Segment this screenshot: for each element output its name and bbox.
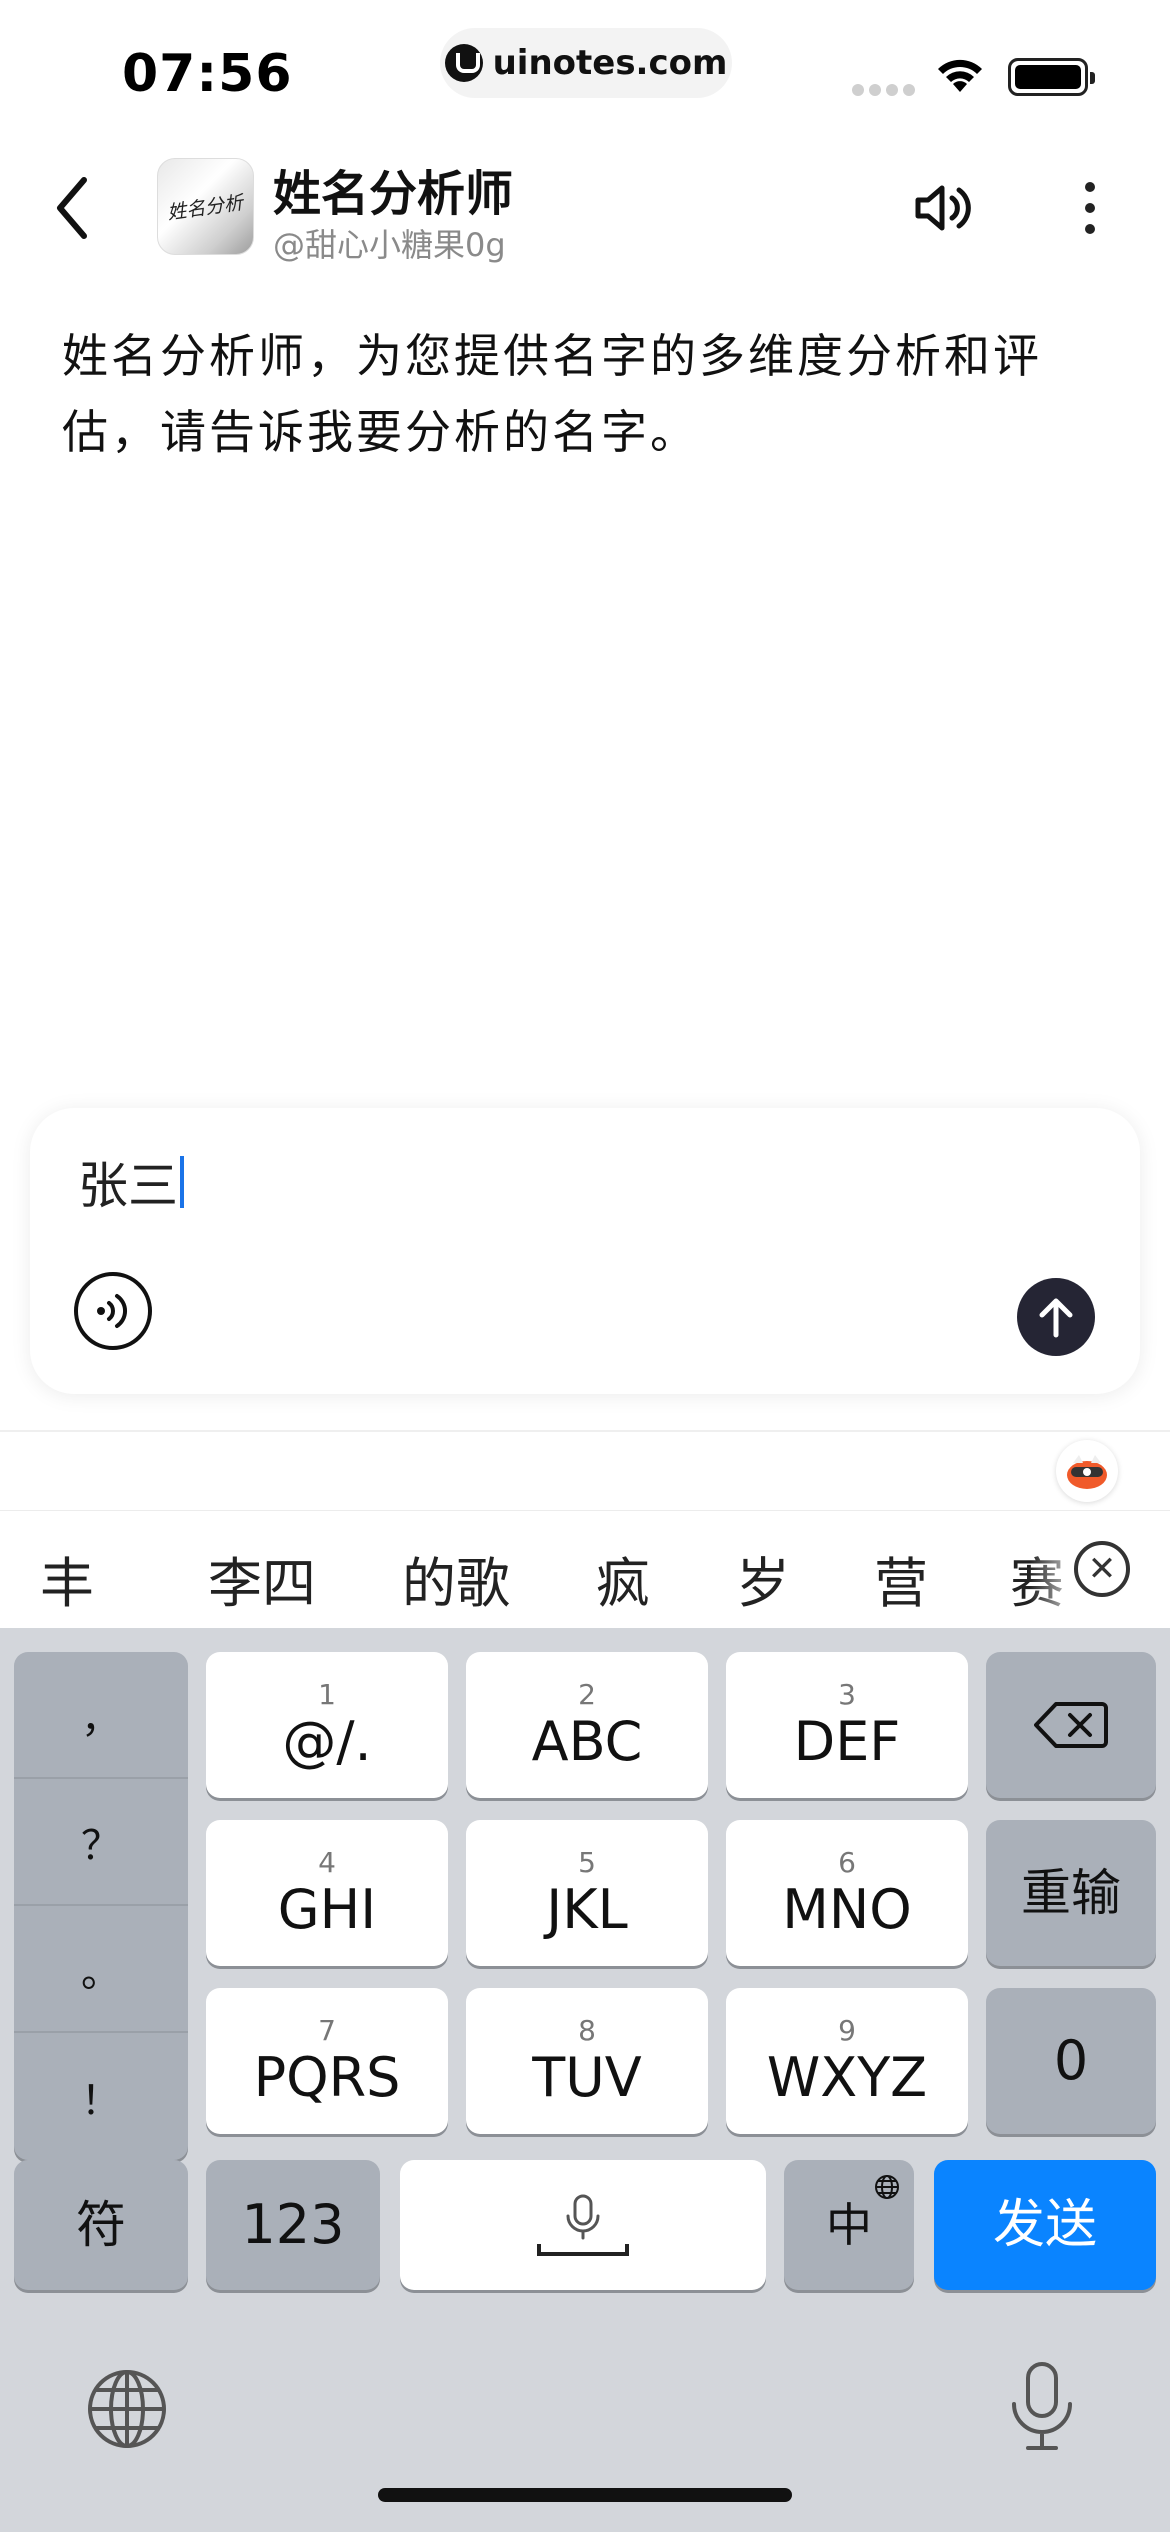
voice-input-button[interactable] <box>74 1272 152 1350</box>
punctuation-column: ， ？ 。 ！ <box>14 1652 188 2160</box>
key-label: ABC <box>531 1710 643 1773</box>
message-input[interactable]: 张三 <box>78 1146 184 1218</box>
arrow-up-icon <box>1039 1298 1073 1338</box>
key-comma[interactable]: ， <box>14 1652 188 1779</box>
bot-avatar[interactable]: 姓名分析 <box>157 158 254 255</box>
key-label: MNO <box>782 1878 912 1941</box>
key-9[interactable]: 9 WXYZ <box>726 1988 968 2134</box>
dictation-mic-icon[interactable] <box>1006 2360 1078 2456</box>
cellular-signal-icon <box>852 84 916 96</box>
key-number: 3 <box>838 1678 856 1711</box>
candidate-word[interactable]: 营 <box>874 1539 928 1618</box>
key-label: 中 <box>826 2198 872 2252</box>
key-label: 符 <box>76 2196 126 2254</box>
key-label: 0 <box>1053 2029 1089 2092</box>
reenter-key[interactable]: 重输 <box>986 1820 1156 1966</box>
url-text: uinotes.com <box>492 43 728 83</box>
backspace-icon <box>1034 1702 1108 1748</box>
url-pill[interactable]: uinotes.com <box>440 28 732 98</box>
key-number: 6 <box>838 1846 856 1879</box>
space-key[interactable] <box>400 2160 766 2290</box>
key-exclamation[interactable]: ！ <box>14 2033 188 2160</box>
bot-handle[interactable]: @甜心小糖果0g <box>273 220 506 266</box>
globe-icon[interactable] <box>86 2368 168 2450</box>
candidate-word[interactable]: 李四 <box>208 1539 316 1618</box>
send-message-button[interactable] <box>1017 1278 1095 1356</box>
send-key[interactable]: 发送 <box>934 2160 1156 2290</box>
keyboard: ， ？ 。 ！ 1 @/. 2 ABC 3 DEF 4 GHI 5 JKL 6 … <box>0 1628 1170 2532</box>
bot-greeting-message: 姓名分析师，为您提供名字的多维度分析和评估，请告诉我要分析的名字。 <box>62 329 1042 459</box>
key-8[interactable]: 8 TUV <box>466 1988 708 2134</box>
status-time: 07:56 <box>122 44 293 104</box>
key-label: 重输 <box>1021 1864 1121 1922</box>
candidate-word[interactable]: 疯 <box>596 1539 650 1618</box>
message-input-value: 张三 <box>78 1157 178 1215</box>
backspace-key[interactable] <box>986 1652 1156 1798</box>
more-options-icon[interactable] <box>1070 176 1110 240</box>
numbers-key[interactable]: 123 <box>206 2160 380 2290</box>
key-label: DEF <box>793 1710 901 1773</box>
text-caret <box>180 1156 184 1208</box>
key-number: 4 <box>318 1846 336 1879</box>
key-7[interactable]: 7 PQRS <box>206 1988 448 2134</box>
key-number: 5 <box>578 1846 596 1879</box>
key-label: 123 <box>241 2193 345 2256</box>
key-label: GHI <box>277 1878 377 1941</box>
key-number: 7 <box>318 2014 336 2047</box>
chat-input-card: 张三 <box>30 1108 1140 1394</box>
speaker-icon[interactable] <box>912 176 976 240</box>
key-label: JKL <box>546 1878 628 1941</box>
key-number: 8 <box>578 2014 596 2047</box>
back-button[interactable] <box>44 170 104 246</box>
bot-name: 姓名分析师 <box>273 166 514 222</box>
globe-small-icon <box>875 2175 899 2199</box>
site-logo-icon <box>444 44 483 82</box>
wifi-icon <box>938 59 982 92</box>
key-3[interactable]: 3 DEF <box>726 1652 968 1798</box>
candidate-word[interactable]: 岁 <box>736 1539 790 1618</box>
key-1[interactable]: 1 @/. <box>206 1652 448 1798</box>
candidate-bar: 丰 李四 的歌 疯 岁 营 赛 ✕ <box>0 1510 1170 1629</box>
keyboard-mascot-icon[interactable] <box>1056 1440 1118 1502</box>
key-label: 发送 <box>992 2195 1097 2255</box>
key-0[interactable]: 0 <box>986 1988 1156 2134</box>
key-2[interactable]: 2 ABC <box>466 1652 708 1798</box>
key-label: TUV <box>532 2046 642 2109</box>
key-number: 1 <box>318 1678 336 1711</box>
key-5[interactable]: 5 JKL <box>466 1820 708 1966</box>
key-6[interactable]: 6 MNO <box>726 1820 968 1966</box>
battery-icon <box>1008 58 1095 96</box>
avatar-logo-text: 姓名分析 <box>166 191 245 225</box>
key-number: 2 <box>578 1678 596 1711</box>
symbols-key[interactable]: 符 <box>14 2160 188 2290</box>
candidate-word[interactable]: 的歌 <box>402 1539 510 1618</box>
key-label: WXYZ <box>766 2046 928 2109</box>
key-question[interactable]: ？ <box>14 1779 188 1906</box>
key-4[interactable]: 4 GHI <box>206 1820 448 1966</box>
candidate-word[interactable]: 丰 <box>40 1539 94 1618</box>
divider <box>0 1430 1170 1432</box>
voice-wave-icon <box>97 1294 127 1328</box>
language-key[interactable]: 中 <box>784 2160 914 2290</box>
key-label: @/. <box>282 1710 372 1773</box>
home-indicator <box>378 2488 792 2502</box>
key-label: PQRS <box>253 2046 401 2109</box>
space-mic-icon <box>537 2194 629 2256</box>
key-number: 9 <box>838 2014 856 2047</box>
key-period[interactable]: 。 <box>14 1906 188 2033</box>
close-candidates-icon[interactable]: ✕ <box>1074 1541 1130 1597</box>
